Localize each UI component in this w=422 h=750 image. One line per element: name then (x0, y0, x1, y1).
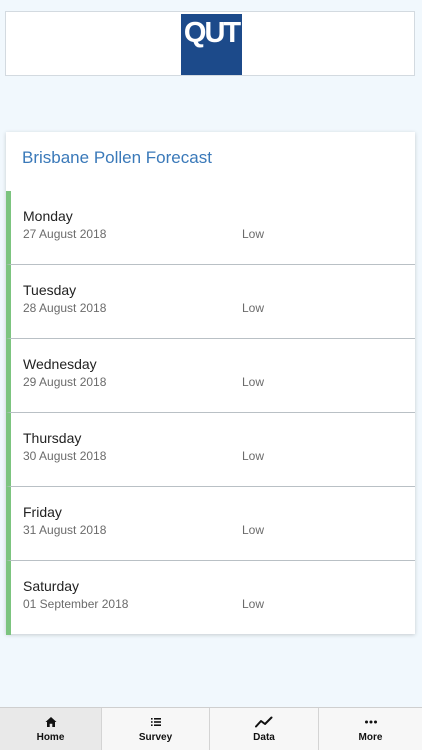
day-name: Tuesday (23, 282, 77, 298)
list-icon (102, 716, 209, 728)
day-date: 29 August 2018 (23, 375, 107, 389)
more-dots-icon (319, 716, 422, 728)
forecast-card: Brisbane Pollen Forecast Monday 27 Augus… (6, 132, 415, 635)
pollen-level: Low (242, 227, 265, 241)
forecast-row-wednesday[interactable]: Wednesday 29 August 2018 Low (6, 339, 415, 413)
forecast-list: Monday 27 August 2018 Low Tuesday 28 Aug… (6, 191, 415, 635)
day-date: 30 August 2018 (23, 449, 107, 463)
tab-survey[interactable]: Survey (102, 708, 210, 750)
forecast-row-tuesday[interactable]: Tuesday 28 August 2018 Low (6, 265, 415, 339)
chart-line-icon (210, 716, 318, 728)
logo-text: QUT (183, 17, 241, 49)
bottom-tab-bar: Home Survey Data More (0, 707, 422, 750)
forecast-row-monday[interactable]: Monday 27 August 2018 Low (6, 191, 415, 265)
forecast-row-friday[interactable]: Friday 31 August 2018 Low (6, 487, 415, 561)
tab-more[interactable]: More (319, 708, 422, 750)
day-name: Thursday (23, 430, 82, 446)
day-name: Wednesday (23, 356, 97, 372)
home-icon (0, 716, 101, 728)
day-name: Saturday (23, 578, 80, 594)
tab-home[interactable]: Home (0, 708, 102, 750)
forecast-title: Brisbane Pollen Forecast (22, 148, 212, 167)
day-date: 28 August 2018 (23, 301, 107, 315)
day-date: 01 September 2018 (23, 597, 129, 611)
pollen-level: Low (242, 449, 265, 463)
pollen-level: Low (242, 375, 265, 389)
app-header: QUT (5, 11, 415, 76)
day-date: 31 August 2018 (23, 523, 107, 537)
pollen-level: Low (242, 597, 265, 611)
day-name: Monday (23, 208, 73, 224)
tab-label: Home (36, 732, 65, 743)
tab-label: Data (253, 732, 275, 743)
tab-data[interactable]: Data (210, 708, 319, 750)
day-date: 27 August 2018 (23, 227, 107, 241)
day-name: Friday (23, 504, 62, 520)
qut-logo: QUT (181, 14, 242, 75)
pollen-level: Low (242, 523, 265, 537)
forecast-row-saturday[interactable]: Saturday 01 September 2018 Low (6, 561, 415, 635)
forecast-row-thursday[interactable]: Thursday 30 August 2018 Low (6, 413, 415, 487)
pollen-level: Low (242, 301, 265, 315)
tab-label: Survey (138, 732, 173, 743)
tab-label: More (358, 732, 383, 743)
